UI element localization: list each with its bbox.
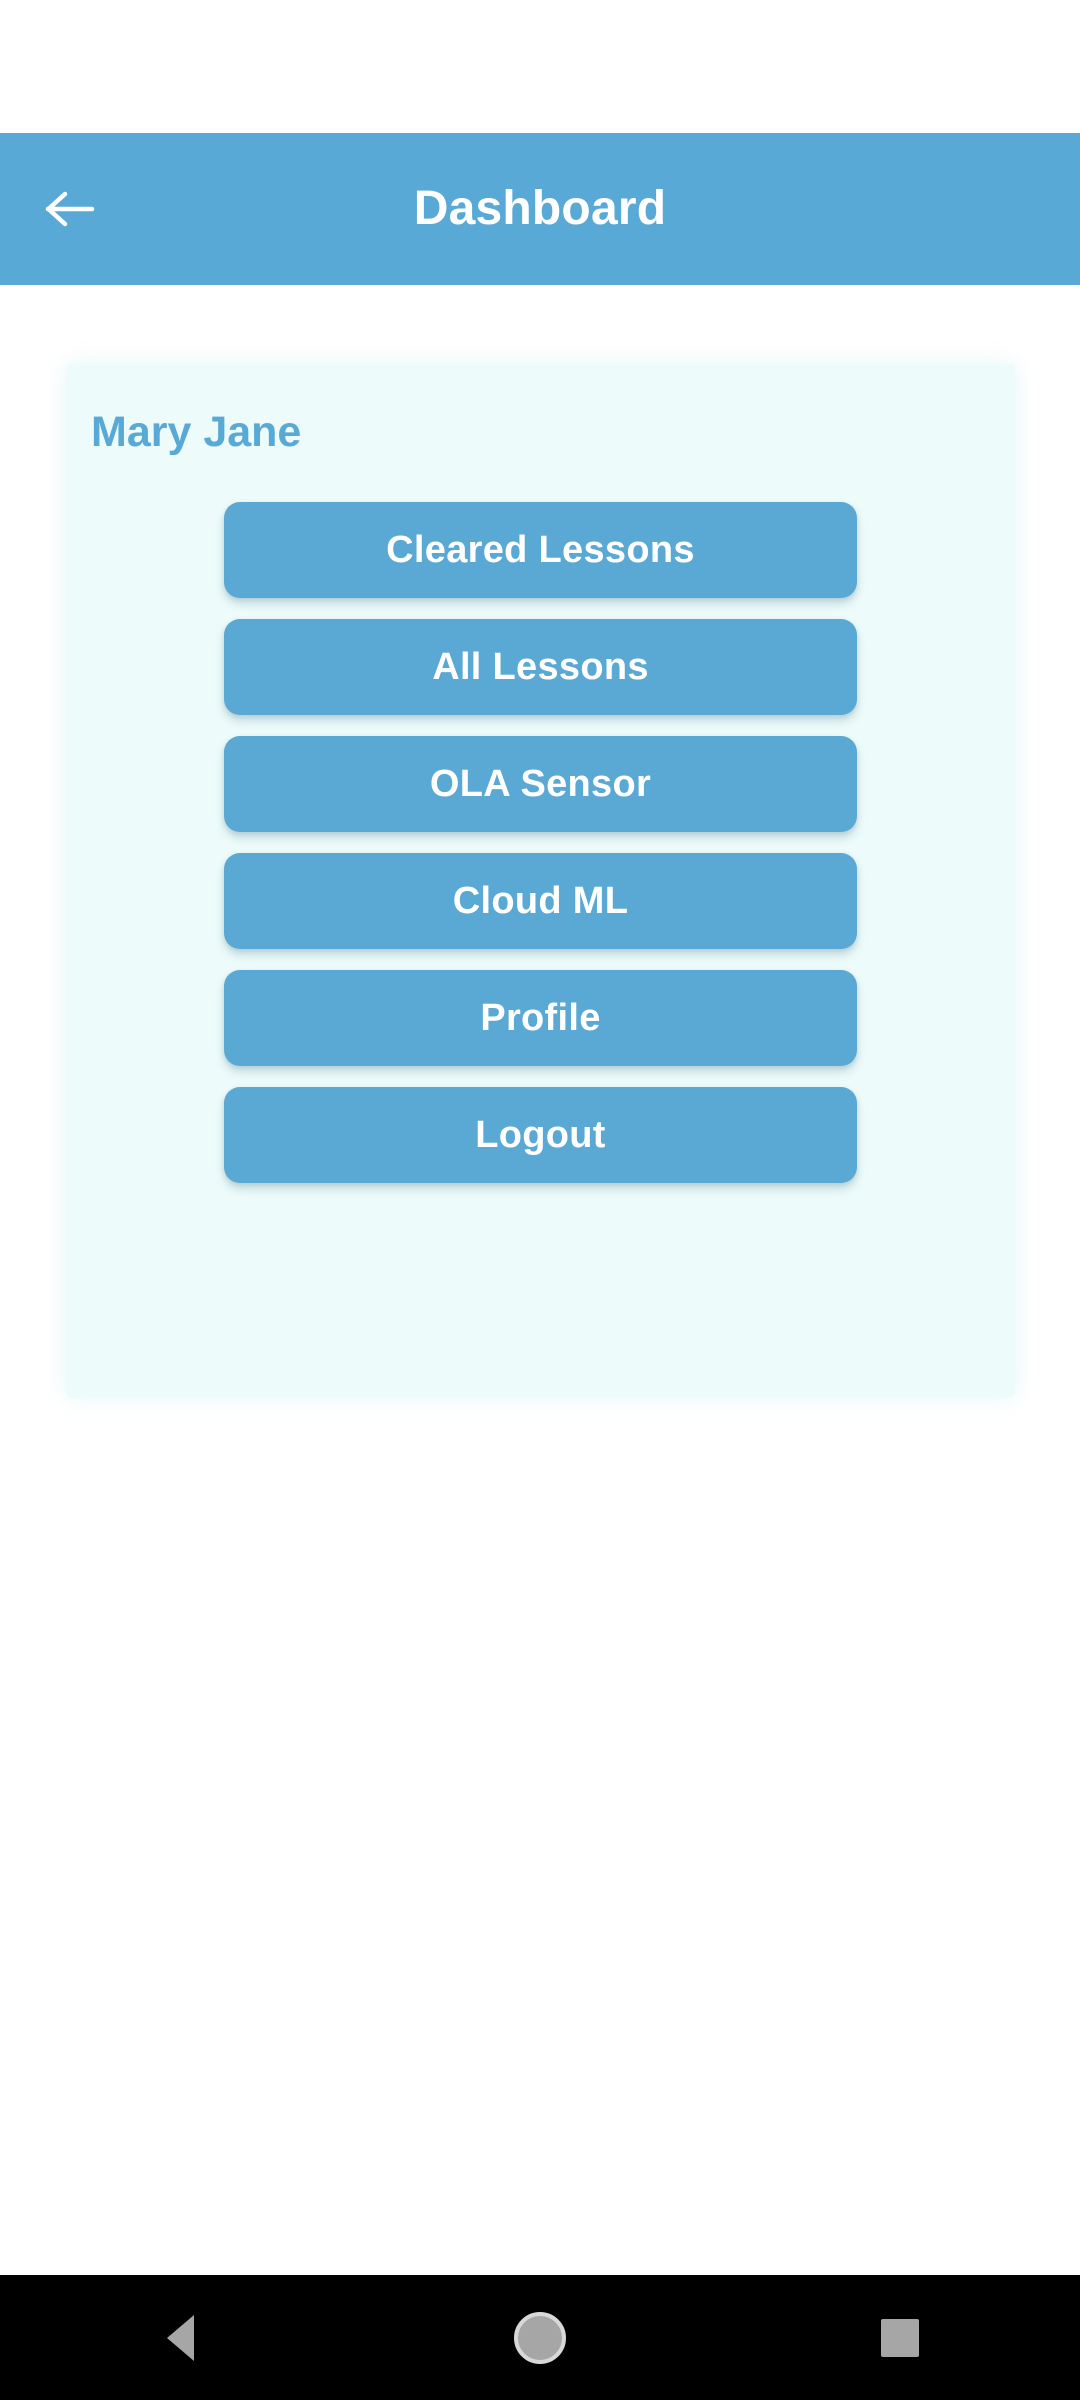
status-bar [0, 0, 1080, 133]
back-button[interactable] [30, 169, 110, 249]
page-title: Dashboard [413, 182, 667, 235]
triangle-left-icon [166, 2314, 194, 2361]
nav-home-button[interactable] [480, 2275, 600, 2400]
all-lessons-button[interactable]: All Lessons [224, 619, 857, 716]
square-icon [881, 2318, 919, 2357]
cleared-lessons-button[interactable]: Cleared Lessons [224, 502, 857, 599]
arrow-left-icon [45, 189, 95, 229]
nav-recents-button[interactable] [840, 2275, 960, 2400]
cloud-ml-button[interactable]: Cloud ML [224, 853, 857, 950]
app-bar: Dashboard [0, 133, 1080, 285]
dashboard-card: Mary Jane Cleared Lessons All Lessons OL… [66, 364, 1015, 1397]
user-name-label: Mary Jane [91, 408, 302, 456]
profile-button[interactable]: Profile [224, 970, 857, 1067]
system-navigation-bar [0, 2275, 1080, 2400]
logout-button[interactable]: Logout [224, 1087, 857, 1184]
ola-sensor-button[interactable]: OLA Sensor [224, 736, 857, 833]
circle-icon [514, 2311, 566, 2364]
nav-back-button[interactable] [120, 2275, 240, 2400]
phone-screen: Dashboard Mary Jane Cleared Lessons All … [0, 0, 1080, 2400]
menu-button-list: Cleared Lessons All Lessons OLA Sensor C… [66, 502, 1015, 1184]
main-content: Mary Jane Cleared Lessons All Lessons OL… [0, 285, 1080, 2400]
